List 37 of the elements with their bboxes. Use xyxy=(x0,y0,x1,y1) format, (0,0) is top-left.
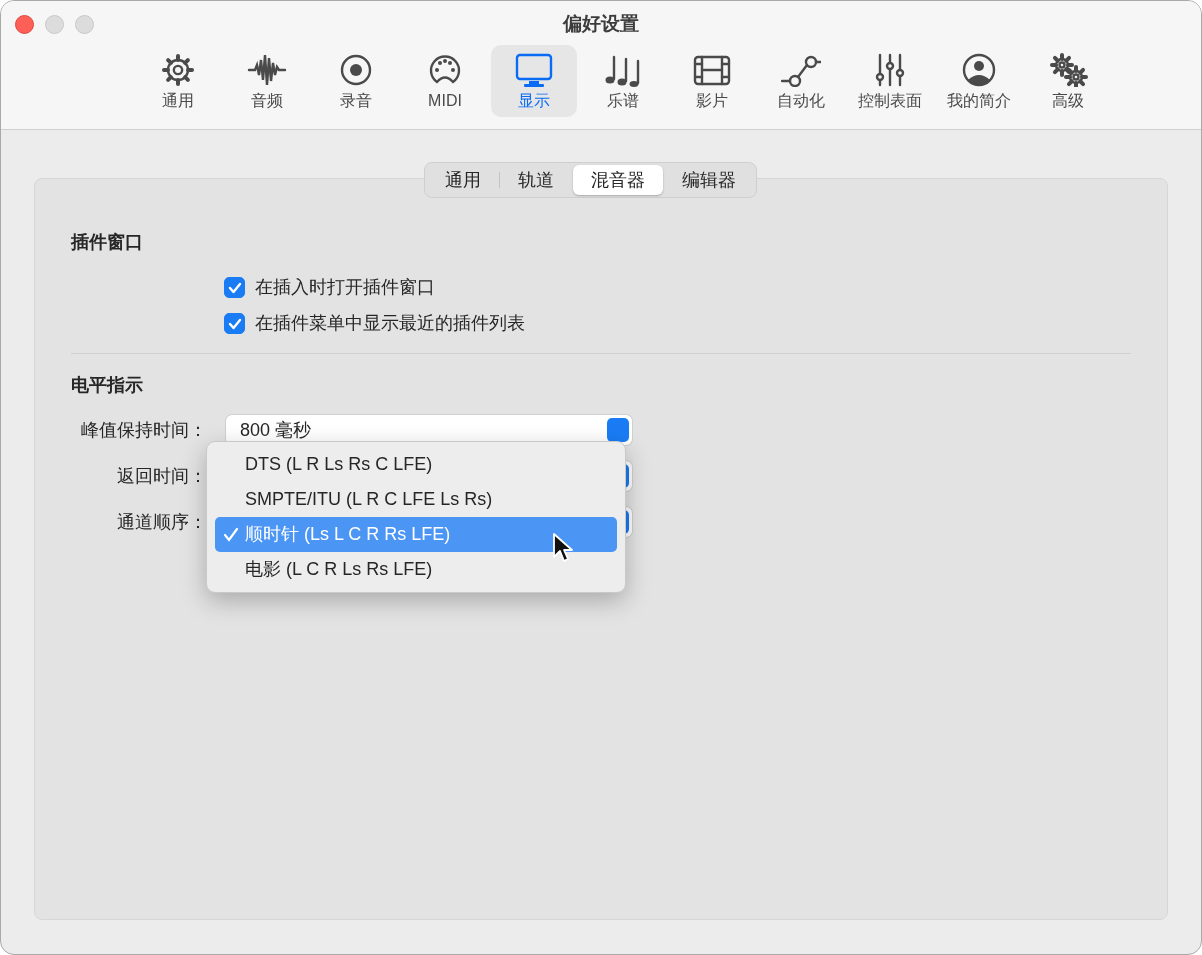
dropdown-value: 800 毫秒 xyxy=(240,420,312,440)
checkmark-icon xyxy=(223,527,239,542)
toolbar-tab[interactable]: 自动化 xyxy=(758,45,844,117)
menu-item[interactable]: DTS (L R Ls Rs C LFE) xyxy=(215,447,617,482)
segment-tab[interactable]: 编辑器 xyxy=(664,165,754,195)
automation-curve-icon xyxy=(781,53,821,87)
toolbar-tab[interactable]: MIDI xyxy=(402,45,488,117)
toolbar-tab[interactable]: 录音 xyxy=(313,45,399,117)
monitor-icon xyxy=(514,53,554,87)
film-strip-icon xyxy=(692,53,732,87)
field-label: 返回时间： xyxy=(116,464,207,488)
window-title: 偏好设置 xyxy=(563,12,639,36)
toolbar-tab[interactable]: 音频 xyxy=(224,45,310,117)
waveform-icon xyxy=(247,53,287,87)
mouse-cursor-icon xyxy=(552,532,574,564)
menu-item[interactable]: 电影 (L C R Ls Rs LFE) xyxy=(215,552,617,587)
gears-icon xyxy=(1048,53,1088,87)
segment-tab[interactable]: 混音器 xyxy=(573,165,663,195)
section-heading: 插件窗口 xyxy=(71,231,144,254)
toolbar-tab[interactable]: 我的简介 xyxy=(936,45,1022,117)
toolbar-tab[interactable]: 显示 xyxy=(491,45,577,117)
segment-tab[interactable]: 轨道 xyxy=(500,165,572,195)
menu-item[interactable]: SMPTE/ITU (L R C LFE Ls Rs) xyxy=(215,482,617,517)
field-label: 通道顺序： xyxy=(116,510,207,534)
section-heading: 电平指示 xyxy=(71,374,144,397)
toolbar-tab[interactable]: 乐谱 xyxy=(580,45,666,117)
toolbar-tab[interactable]: 影片 xyxy=(669,45,755,117)
checkbox-label: 在插件菜单中显示最近的插件列表 xyxy=(255,312,525,335)
segment-tab[interactable]: 通用 xyxy=(427,165,499,195)
field-label: 峰值保持时间： xyxy=(80,418,207,442)
checkbox[interactable] xyxy=(224,313,245,334)
checkbox-label: 在插入时打开插件窗口 xyxy=(255,276,435,299)
checkbox[interactable] xyxy=(224,277,245,298)
toolbar-tab[interactable]: 控制表面 xyxy=(847,45,933,117)
toolbar-tab[interactable]: 高级 xyxy=(1025,45,1111,117)
toolbar-tab[interactable]: 通用 xyxy=(135,45,221,117)
close-button[interactable] xyxy=(15,15,34,34)
